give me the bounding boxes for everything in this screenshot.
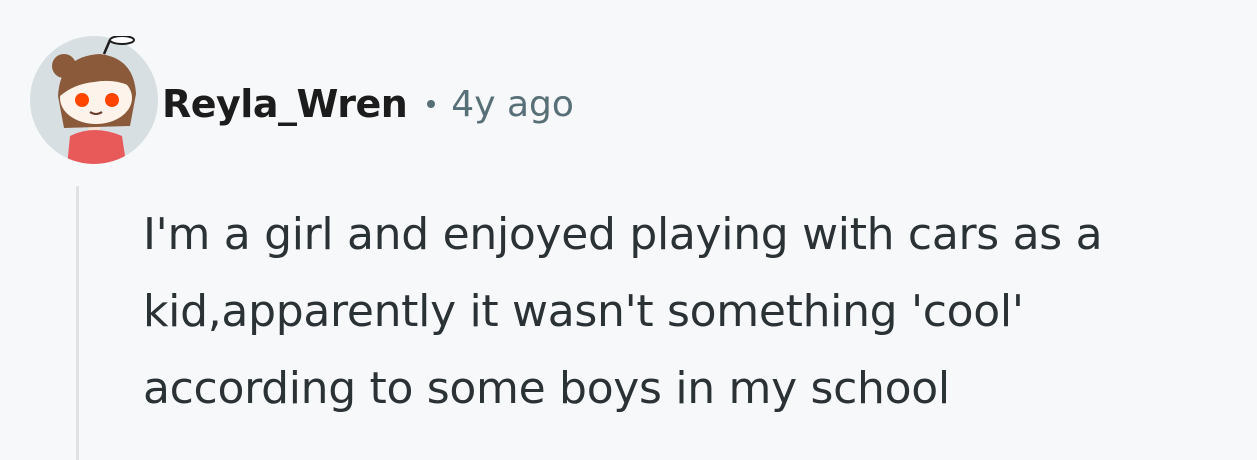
comment-text-line: I'm a girl and enjoyed playing with cars… (143, 209, 1103, 260)
comment-text-line: kid,apparently it wasn't something 'cool… (143, 286, 1024, 337)
username-link[interactable]: Reyla_Wren (162, 82, 408, 126)
comment-meta: Reyla_Wren 4y ago (162, 78, 574, 130)
timestamp[interactable]: 4y ago (451, 84, 574, 125)
comment-body: I'm a girl and enjoyed playing with cars… (143, 196, 1243, 427)
comment: Reyla_Wren 4y ago I'm a girl and enjoyed… (0, 0, 1257, 460)
thread-line[interactable] (76, 186, 79, 460)
separator-dot (427, 100, 436, 108)
snoo-avatar-icon[interactable] (30, 36, 158, 164)
comment-text-line: according to some boys in my school (143, 363, 950, 414)
